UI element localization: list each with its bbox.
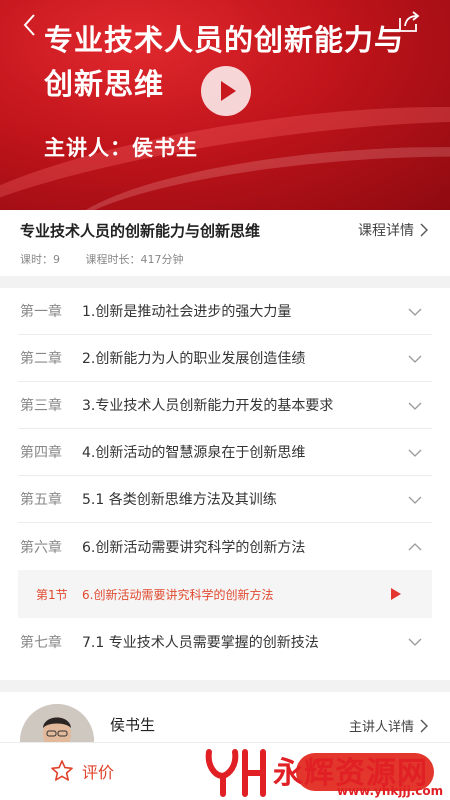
share-icon[interactable] (396, 8, 422, 34)
video-play-button[interactable] (201, 66, 251, 116)
rate-label: 评价 (82, 763, 115, 782)
watermark: 永辉资源网 www.yhkjjj.com (205, 744, 450, 800)
watermark-url: www.yhkjjj.com (337, 784, 444, 798)
section-row-active[interactable]: 第1节 6.创新活动需要讲究科学的创新方法 (18, 570, 432, 618)
banner-lecturer: 主讲人：侯书生 (44, 136, 198, 160)
chapter-title: 2.创新能力为人的职业发展创造佳绩 (82, 351, 306, 367)
course-duration: 课程时长：417分钟 (85, 253, 184, 266)
chapter-row[interactable]: 第七章 7.1 专业技术人员需要掌握的创新技法 (18, 618, 432, 665)
chevron-down-icon (408, 308, 422, 316)
chapter-row-expanded[interactable]: 第六章 6.创新活动需要讲究科学的创新方法 (18, 523, 432, 570)
chapter-title: 6.创新活动需要讲究科学的创新方法 (82, 539, 306, 556)
chapter-list: 第一章 1.创新是推动社会进步的强大力量 第二章 2.创新能力为人的职业发展创造… (0, 288, 450, 665)
course-banner: 专业技术人员的创新能力与创新思维 主讲人：侯书生 (0, 0, 450, 210)
play-icon (221, 81, 236, 101)
chapter-number: 第七章 (20, 634, 62, 651)
star-icon (51, 760, 73, 781)
chapter-number: 第五章 (20, 492, 62, 508)
chapter-number: 第三章 (20, 398, 62, 414)
watermark-logo (205, 749, 266, 797)
course-info: 专业技术人员的创新能力与创新思维 课程详情 课时：9 课程时长：417分钟 (0, 210, 450, 276)
divider (0, 276, 450, 288)
chevron-right-icon (420, 719, 428, 732)
lecturer-detail-link[interactable]: 主讲人详情 (349, 716, 430, 735)
chapter-title: 4.创新活动的智慧源泉在于创新思维 (82, 445, 306, 461)
section-number: 第1节 (36, 587, 68, 602)
chevron-down-icon (408, 638, 422, 646)
chapter-number: 第二章 (20, 351, 62, 367)
chevron-right-icon (420, 223, 428, 237)
chapter-title: 5.1 各类创新思维方法及其训练 (82, 492, 277, 508)
chevron-up-icon (408, 543, 422, 551)
course-title: 专业技术人员的创新能力与创新思维 (20, 222, 261, 240)
course-meta: 课时：9 课程时长：417分钟 (20, 251, 206, 267)
chevron-down-icon (408, 402, 422, 410)
course-detail-label: 课程详情 (358, 223, 414, 239)
play-icon[interactable] (390, 587, 402, 601)
course-hours: 课时：9 (20, 253, 60, 266)
chapter-number: 第四章 (20, 445, 62, 461)
lecturer-detail-label: 主讲人详情 (348, 720, 414, 735)
lecturer-name: 侯书生 (110, 716, 156, 734)
chapter-row[interactable]: 第四章 4.创新活动的智慧源泉在于创新思维 (18, 429, 432, 476)
back-arrow-icon[interactable] (18, 12, 44, 38)
chapter-row[interactable]: 第一章 1.创新是推动社会进步的强大力量 (18, 288, 432, 335)
chevron-down-icon (408, 355, 422, 363)
chevron-down-icon (408, 496, 422, 504)
section-title: 6.创新活动需要讲究科学的创新方法 (82, 587, 274, 602)
chapter-number: 第六章 (20, 539, 62, 556)
chapter-title: 7.1 专业技术人员需要掌握的创新技法 (82, 634, 319, 651)
course-detail-link[interactable]: 课程详情 (358, 220, 430, 240)
chapter-row[interactable]: 第二章 2.创新能力为人的职业发展创造佳绩 (18, 335, 432, 382)
chapter-row[interactable]: 第五章 5.1 各类创新思维方法及其训练 (18, 476, 432, 523)
chapter-row[interactable]: 第三章 3.专业技术人员创新能力开发的基本要求 (18, 382, 432, 429)
rate-button[interactable]: 评价 (50, 759, 114, 783)
chapter-title: 1.创新是推动社会进步的强大力量 (82, 304, 292, 320)
divider (0, 680, 450, 692)
chapter-title: 3.专业技术人员创新能力开发的基本要求 (82, 398, 334, 414)
chapter-number: 第一章 (20, 304, 62, 320)
chevron-down-icon (408, 449, 422, 457)
